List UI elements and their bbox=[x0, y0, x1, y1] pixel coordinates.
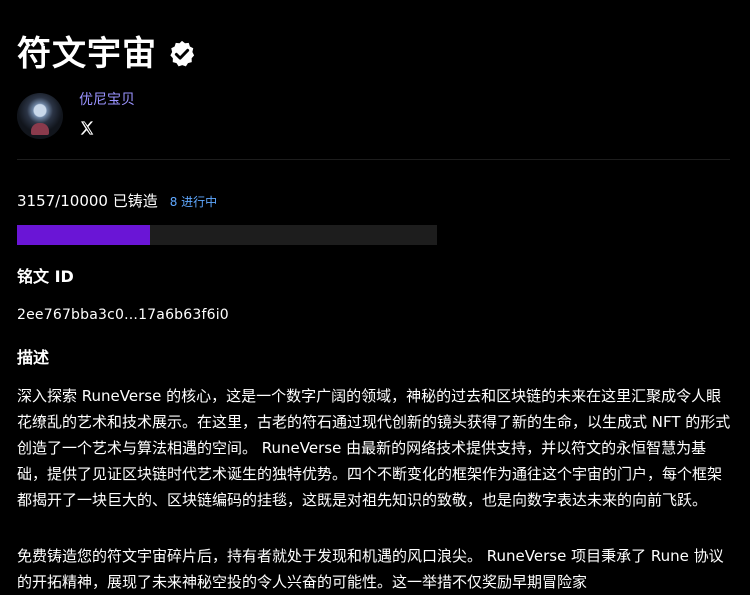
x-twitter-icon[interactable] bbox=[79, 120, 95, 136]
description-paragraph-1: 深入探索 RuneVerse 的核心，这是一个数字广阔的领域，神秘的过去和区块链… bbox=[17, 387, 731, 509]
description-paragraph-2: 免费铸造您的符文宇宙碎片后，持有者就处于发现和机遇的风口浪尖。 RuneVers… bbox=[17, 547, 724, 591]
in-progress-count: 8 进行中 bbox=[169, 195, 218, 209]
creator-block: 优尼宝贝 bbox=[17, 90, 135, 139]
divider bbox=[17, 159, 730, 160]
mint-progress-bar bbox=[17, 225, 437, 245]
mint-status: 3157/10000 已铸造 8 进行中 bbox=[17, 190, 217, 211]
verified-badge-icon bbox=[170, 40, 195, 67]
inscription-id-value: 2ee767bba3c0...17a6b63f6i0 bbox=[17, 307, 229, 323]
creator-name-link[interactable]: 优尼宝贝 bbox=[79, 90, 135, 110]
collection-header: 符文宇宙 bbox=[17, 30, 197, 78]
description-heading: 描述 bbox=[17, 348, 50, 367]
inscription-id-heading: 铭文 ID bbox=[17, 267, 74, 286]
avatar[interactable] bbox=[17, 93, 63, 139]
mint-progress-fill bbox=[17, 225, 150, 245]
page-title: 符文宇宙 bbox=[17, 34, 157, 74]
mint-count: 3157/10000 已铸造 bbox=[17, 192, 158, 210]
